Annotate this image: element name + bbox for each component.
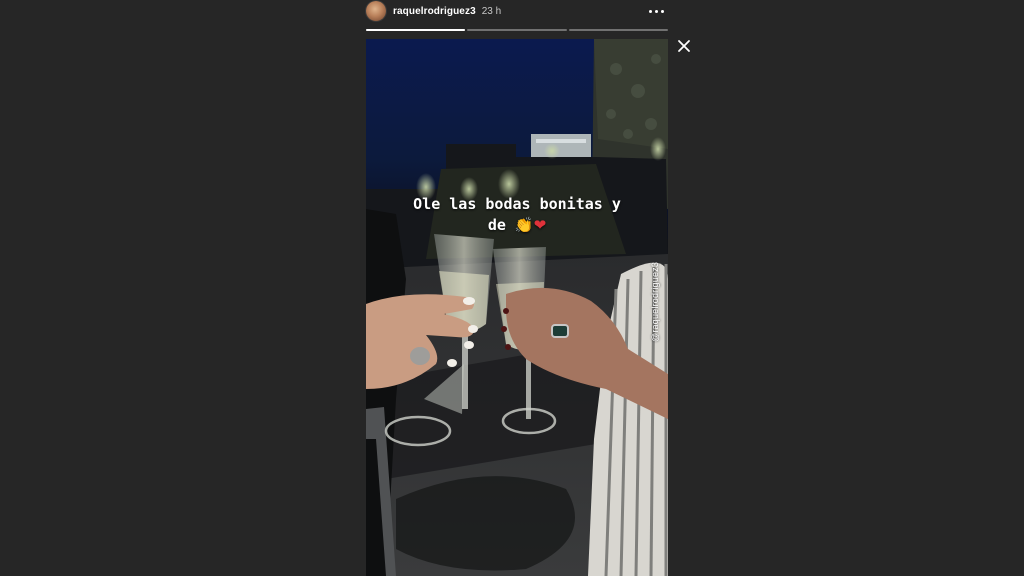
more-horizontal-icon (648, 9, 652, 13)
clap-emoji: 👏 (514, 216, 534, 234)
caption-line-1: Ole las bodas bonitas y (413, 195, 621, 213)
avatar[interactable] (366, 1, 386, 21)
heart-icon: ❤ (533, 216, 547, 234)
more-options-button[interactable] (641, 2, 671, 20)
post-timestamp: 23 h (481, 5, 502, 17)
progress-segment (568, 29, 668, 31)
caption-line-2: de 👏❤ (366, 215, 668, 236)
progress-segment (366, 29, 466, 31)
story-progress-bar (366, 29, 668, 31)
mention-sticker[interactable]: @raquelrodriguez3 (650, 262, 660, 342)
story-caption: Ole las bodas bonitas y de 👏❤ (366, 194, 668, 236)
close-icon[interactable] (676, 38, 692, 54)
username-link[interactable]: raquelrodriguez3 (393, 6, 476, 17)
caption-line-2-text: de (487, 216, 506, 234)
story-header: raquelrodriguez3 23 h (366, 0, 668, 22)
story-photo (366, 39, 668, 576)
progress-segment (467, 29, 567, 31)
story-media[interactable]: Ole las bodas bonitas y de 👏❤ @raquelrod… (366, 39, 668, 576)
